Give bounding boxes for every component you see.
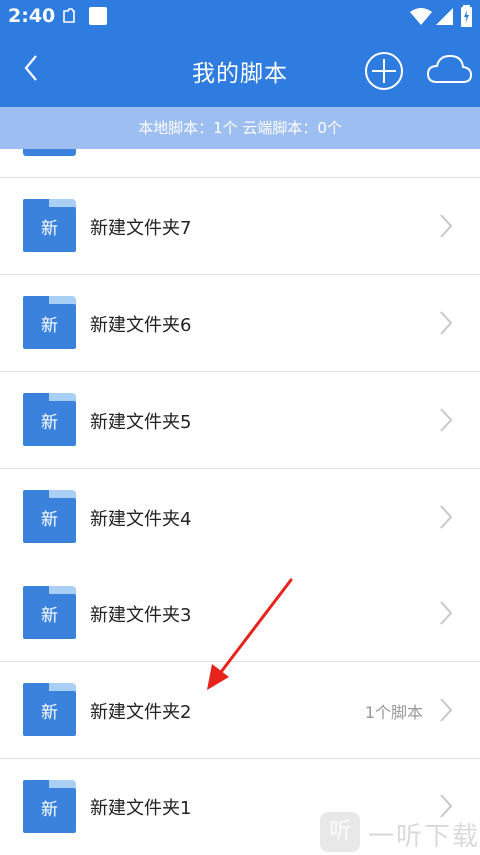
battery-charging-icon xyxy=(461,5,472,27)
chevron-right-icon xyxy=(440,311,453,335)
folder-name: 新建文件夹2 xyxy=(90,702,192,723)
folder-name: 新建文件夹3 xyxy=(90,605,192,626)
script-count-summary: 本地脚本：1个 云端脚本：0个 xyxy=(0,107,480,149)
folder-name: 新建文件夹6 xyxy=(90,315,192,336)
page-title: 我的脚本 xyxy=(192,61,288,87)
wifi-icon xyxy=(410,8,432,25)
app-notification-icon xyxy=(89,7,107,25)
folder-name: 新建文件夹7 xyxy=(90,218,192,239)
add-circle-icon[interactable] xyxy=(364,51,404,91)
folder-icon: 新 xyxy=(23,199,76,252)
cloud-icon[interactable] xyxy=(425,52,473,88)
chevron-right-icon xyxy=(440,601,453,625)
watermark-logo: 听 xyxy=(320,812,360,852)
watermark-text: 一听下载 xyxy=(368,822,480,852)
chevron-right-icon xyxy=(440,408,453,432)
status-time: 2:40 xyxy=(8,5,56,27)
list-item-folder[interactable]: 新 新建文件夹5 xyxy=(0,372,480,469)
folder-icon: 新 xyxy=(23,586,76,639)
folder-icon: 新 xyxy=(23,780,76,833)
folder-list[interactable]: 新 新建文件夹7 新 新建文件夹6 新 新建文件夹5 新 新建文件夹4 新 新建… xyxy=(0,149,480,855)
chevron-right-icon xyxy=(440,214,453,238)
cellular-signal-icon xyxy=(436,8,453,25)
script-count: 1个脚本 xyxy=(364,703,423,722)
list-item-folder[interactable]: 新 新建文件夹7 xyxy=(0,178,480,275)
folder-icon: 新 xyxy=(23,296,76,349)
folder-icon: 新 xyxy=(23,683,76,736)
list-item-folder[interactable]: 新 新建文件夹2 1个脚本 xyxy=(0,662,480,759)
list-item-folder[interactable]: 新 新建文件夹6 xyxy=(0,275,480,372)
folder-icon: 新 xyxy=(23,393,76,446)
watermark: 听 一听下载 xyxy=(320,808,480,855)
folder-icon: 新 xyxy=(23,490,76,543)
status-bar: 2:40 xyxy=(0,0,480,34)
folder-name: 新建文件夹4 xyxy=(90,509,192,530)
chevron-right-icon xyxy=(440,698,453,722)
app-bar: 我的脚本 xyxy=(0,34,480,107)
list-item-folder[interactable]: 新 新建文件夹4 xyxy=(0,469,480,566)
chevron-right-icon xyxy=(440,505,453,529)
folder-icon xyxy=(23,149,76,156)
folder-name: 新建文件夹5 xyxy=(90,412,192,433)
folder-name: 新建文件夹1 xyxy=(90,798,192,819)
clipboard-notification-icon xyxy=(63,8,75,23)
list-item-folder[interactable]: 新 新建文件夹3 xyxy=(0,565,480,662)
